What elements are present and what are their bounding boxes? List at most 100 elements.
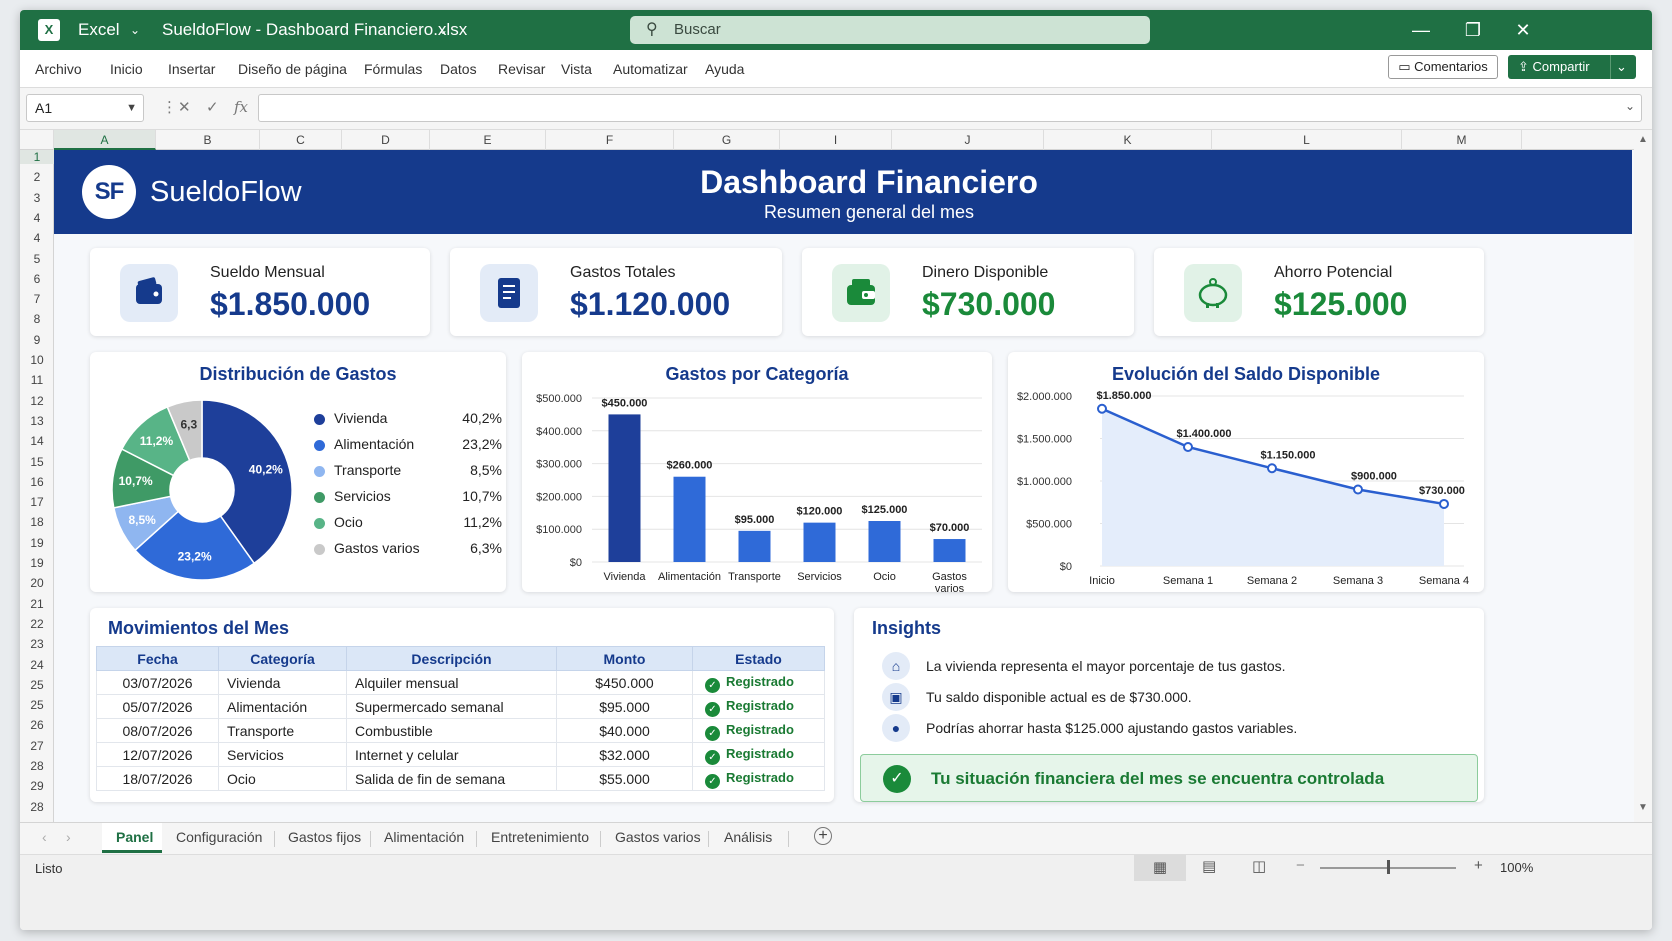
row-header[interactable]: 15 (20, 455, 54, 469)
menu-formulas[interactable]: Fórmulas (364, 61, 422, 77)
minimize-button[interactable]: — (1406, 16, 1436, 44)
row-header[interactable]: 17 (20, 495, 54, 509)
tab-configuracion[interactable]: Configuración (176, 829, 262, 845)
app-menu-chevron-icon[interactable]: ⌄ (130, 23, 140, 37)
column-header[interactable]: M (1402, 130, 1522, 150)
row-header[interactable]: 28 (20, 800, 54, 814)
column-header[interactable]: C (260, 130, 342, 150)
menu-revisar[interactable]: Revisar (498, 61, 545, 77)
share-chevron-icon[interactable]: ⌄ (1610, 55, 1632, 79)
name-box-chevron-icon[interactable]: ▼ (126, 95, 137, 121)
zoom-slider-thumb[interactable] (1387, 860, 1390, 874)
menu-archivo[interactable]: Archivo (35, 61, 82, 77)
menu-ayuda[interactable]: Ayuda (705, 61, 744, 77)
maximize-button[interactable]: ❐ (1458, 16, 1488, 44)
table-row[interactable]: 18/07/2026 Ocio Salida de fin de semana $55… (96, 766, 825, 791)
vertical-scrollbar[interactable]: ▲ ▼ (1634, 130, 1652, 822)
row-header[interactable]: 25 (20, 678, 54, 692)
file-chevron-icon[interactable]: ⌄ (438, 23, 448, 37)
row-header[interactable]: 1 (20, 150, 54, 164)
column-header[interactable]: B (156, 130, 260, 150)
row-header[interactable]: 6 (20, 272, 54, 286)
menu-vista[interactable]: Vista (561, 61, 592, 77)
function-icon[interactable]: fx (234, 98, 248, 116)
scroll-down-icon[interactable]: ▼ (1634, 802, 1652, 813)
column-header[interactable]: Categoría (218, 646, 347, 671)
page-break-icon[interactable]: ◫ (1252, 857, 1266, 875)
formula-input[interactable]: ⌄ (258, 94, 1642, 122)
tab-gastos-fijos[interactable]: Gastos fijos (288, 829, 361, 845)
normal-view-icon[interactable]: ▦ (1134, 855, 1186, 881)
row-header[interactable]: 18 (20, 515, 54, 529)
row-header[interactable]: 14 (20, 434, 54, 448)
table-row[interactable]: 12/07/2026 Servicios Internet y celular $32… (96, 742, 825, 767)
select-all-corner[interactable] (20, 130, 54, 150)
search-box[interactable]: ⚲ Buscar (630, 16, 1150, 44)
column-header[interactable]: F (546, 130, 674, 150)
row-header[interactable]: 12 (20, 394, 54, 408)
table-row[interactable]: 08/07/2026 Transporte Combustible $40.000 ✓ R… (96, 718, 825, 743)
name-box[interactable]: A1 ▼ (26, 94, 144, 122)
row-header[interactable]: 25 (20, 698, 54, 712)
row-header[interactable]: 28 (20, 759, 54, 773)
menu-automatizar[interactable]: Automatizar (613, 61, 688, 77)
add-sheet-icon[interactable]: + (814, 827, 832, 845)
tab-gastos-varios[interactable]: Gastos varios (615, 829, 701, 845)
column-header[interactable]: A (54, 130, 156, 150)
row-header[interactable]: 4 (20, 211, 54, 225)
table-row[interactable]: 03/07/2026 Vivienda Alquiler mensual $450.0… (96, 670, 825, 695)
column-header[interactable]: L (1212, 130, 1402, 150)
zoom-in-icon[interactable]: + (1474, 857, 1483, 874)
page-layout-icon[interactable]: ▤ (1202, 857, 1216, 875)
close-button[interactable]: ✕ (1508, 16, 1538, 44)
column-header[interactable]: D (342, 130, 430, 150)
row-header[interactable]: 24 (20, 658, 54, 672)
menu-datos[interactable]: Datos (440, 61, 477, 77)
column-header[interactable]: I (780, 130, 892, 150)
table-row[interactable]: 05/07/2026 Alimentación Supermercado seman… (96, 694, 825, 719)
share-button[interactable]: ⇪ Compartir ⌄ (1508, 55, 1636, 79)
menu-inicio[interactable]: Inicio (110, 61, 143, 77)
comments-button[interactable]: ▭ Comentarios (1388, 55, 1498, 79)
row-header[interactable]: 2 (20, 170, 54, 184)
column-header[interactable]: K (1044, 130, 1212, 150)
column-header[interactable]: G (674, 130, 780, 150)
scroll-up-icon[interactable]: ▲ (1634, 134, 1652, 145)
row-header[interactable]: 27 (20, 739, 54, 753)
row-header[interactable]: 19 (20, 536, 54, 550)
cancel-icon[interactable]: ✕ (178, 98, 191, 116)
row-header[interactable]: 10 (20, 353, 54, 367)
row-header[interactable]: 11 (20, 373, 54, 387)
formula-expand-icon[interactable]: ⌄ (1625, 99, 1635, 113)
row-header[interactable]: 5 (20, 252, 54, 266)
zoom-out-icon[interactable]: − (1296, 857, 1305, 874)
row-header[interactable]: 7 (20, 292, 54, 306)
row-header[interactable]: 26 (20, 718, 54, 732)
next-sheet-icon[interactable]: › (66, 829, 71, 845)
tab-entretenimiento[interactable]: Entretenimiento (491, 829, 589, 845)
row-header[interactable]: 3 (20, 191, 54, 205)
column-header[interactable]: J (892, 130, 1044, 150)
tab-analisis[interactable]: Análisis (724, 829, 772, 845)
column-header[interactable]: E (430, 130, 546, 150)
column-header[interactable]: Fecha (96, 646, 219, 671)
menu-insertar[interactable]: Insertar (168, 61, 215, 77)
row-header[interactable]: 16 (20, 475, 54, 489)
prev-sheet-icon[interactable]: ‹ (42, 829, 47, 845)
row-header[interactable]: 19 (20, 556, 54, 570)
row-header[interactable]: 20 (20, 576, 54, 590)
row-header[interactable]: 29 (20, 779, 54, 793)
file-name[interactable]: SueldoFlow - Dashboard Financiero.xlsx (162, 20, 467, 40)
column-header[interactable]: Descripción (346, 646, 557, 671)
row-header[interactable]: 9 (20, 333, 54, 347)
row-header[interactable]: 23 (20, 637, 54, 651)
column-header[interactable]: Monto (556, 646, 693, 671)
tab-alimentacion[interactable]: Alimentación (384, 829, 464, 845)
row-header[interactable]: 22 (20, 617, 54, 631)
row-header[interactable]: 4 (20, 231, 54, 245)
row-header[interactable]: 13 (20, 414, 54, 428)
row-header[interactable]: 8 (20, 312, 54, 326)
row-header[interactable]: 21 (20, 597, 54, 611)
enter-icon[interactable]: ✓ (206, 98, 219, 116)
menu-diseno[interactable]: Diseño de página (238, 61, 347, 77)
